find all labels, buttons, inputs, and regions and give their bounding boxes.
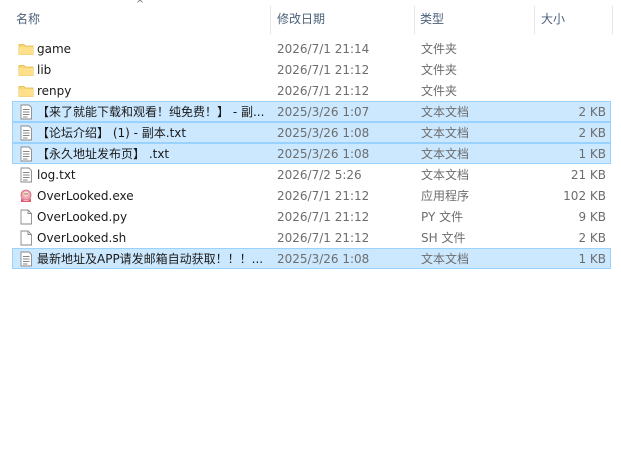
file-type: 文件夹: [421, 63, 458, 77]
file-type: 应用程序: [421, 189, 470, 203]
column-header-name[interactable]: 名称: [10, 0, 270, 34]
file-type: 文本文档: [421, 168, 470, 182]
file-name: 【永久地址发布页】 .txt: [37, 147, 170, 161]
file-name: lib: [37, 63, 52, 77]
folder-icon: [18, 41, 34, 57]
app-icon: [18, 188, 34, 204]
file-name: OverLooked.py: [37, 210, 128, 224]
file-size: 102 KB: [563, 189, 606, 203]
file-size: 21 KB: [570, 168, 606, 182]
file-date-modified: 2026/7/1 21:12: [277, 189, 370, 203]
file-date-modified: 2026/7/1 21:12: [277, 210, 370, 224]
blank-file-icon: [18, 209, 34, 225]
file-size: 2 KB: [578, 105, 606, 119]
file-row[interactable]: game 2026/7/1 21:14 文件夹: [12, 38, 611, 59]
file-size: 2 KB: [578, 126, 606, 140]
file-type: 文本文档: [421, 147, 470, 161]
text-document-icon: [18, 167, 34, 183]
file-date-modified: 2026/7/1 21:12: [277, 84, 370, 98]
column-header-type[interactable]: 类型: [414, 0, 534, 34]
file-row[interactable]: 【论坛介绍】 (1) - 副本.txt 2025/3/26 1:08 文本文档 2 K…: [12, 122, 611, 143]
file-row[interactable]: OverLooked.py 2026/7/1 21:12 PY 文件 9 KB: [12, 206, 611, 227]
file-date-modified: 2025/3/26 1:08: [277, 252, 370, 266]
file-row[interactable]: OverLooked.sh 2026/7/1 21:12 SH 文件 2 KB: [12, 227, 611, 248]
file-row[interactable]: 最新地址及APP请发邮箱自动获取！！！... 2025/3/26 1:08 文本文档…: [12, 248, 611, 269]
file-row[interactable]: renpy 2026/7/1 21:12 文件夹: [12, 80, 611, 101]
file-name: 【论坛介绍】 (1) - 副本.txt: [37, 126, 187, 140]
file-type: 文本文档: [421, 105, 470, 119]
file-size: 2 KB: [578, 231, 606, 245]
file-date-modified: 2026/7/1 21:14: [277, 42, 370, 56]
text-document-icon: [18, 125, 34, 141]
file-date-modified: 2025/3/26 1:07: [277, 105, 370, 119]
file-size: 9 KB: [578, 210, 606, 224]
file-name: OverLooked.sh: [37, 231, 127, 245]
blank-file-icon: [18, 230, 34, 246]
file-name: log.txt: [37, 168, 76, 182]
text-document-icon: [18, 146, 34, 162]
file-type: PY 文件: [421, 210, 464, 224]
file-type: 文本文档: [421, 126, 470, 140]
file-explorer: ^ 名称 修改日期 类型 大小 game 2026/7/1 21:14 文件夹 lib…: [0, 0, 621, 474]
file-date-modified: 2025/3/26 1:08: [277, 147, 370, 161]
file-row[interactable]: OverLooked.exe 2026/7/1 21:12 应用程序 102 KB: [12, 185, 611, 206]
file-row[interactable]: lib 2026/7/1 21:12 文件夹: [12, 59, 611, 80]
file-name: game: [37, 42, 72, 56]
column-header-date[interactable]: 修改日期: [271, 0, 414, 34]
file-type: 文本文档: [421, 252, 470, 266]
file-name: 最新地址及APP请发邮箱自动获取！！！...: [37, 252, 264, 266]
file-type: 文件夹: [421, 42, 458, 56]
file-name: OverLooked.exe: [37, 189, 134, 203]
file-row[interactable]: log.txt 2026/7/2 5:26 文本文档 21 KB: [12, 164, 611, 185]
file-date-modified: 2025/3/26 1:08: [277, 126, 370, 140]
file-type: SH 文件: [421, 231, 466, 245]
column-divider[interactable]: [612, 6, 613, 34]
column-header-bar: ^ 名称 修改日期 类型 大小: [0, 0, 621, 34]
file-size: 1 KB: [578, 252, 606, 266]
file-date-modified: 2026/7/1 21:12: [277, 231, 370, 245]
file-name: 【来了就能下载和观看！纯免费！】 - 副...: [37, 105, 265, 119]
text-document-icon: [18, 104, 34, 120]
file-row[interactable]: 【永久地址发布页】 .txt 2025/3/26 1:08 文本文档 1 KB: [12, 143, 611, 164]
file-date-modified: 2026/7/2 5:26: [277, 168, 362, 182]
folder-icon: [18, 62, 34, 78]
column-header-size[interactable]: 大小: [535, 0, 621, 34]
file-row[interactable]: 【来了就能下载和观看！纯免费！】 - 副... 2025/3/26 1:07 文本文…: [12, 101, 611, 122]
file-name: renpy: [37, 84, 72, 98]
file-size: 1 KB: [578, 147, 606, 161]
file-date-modified: 2026/7/1 21:12: [277, 63, 370, 77]
text-document-icon: [18, 251, 34, 267]
file-type: 文件夹: [421, 84, 458, 98]
folder-icon: [18, 83, 34, 99]
